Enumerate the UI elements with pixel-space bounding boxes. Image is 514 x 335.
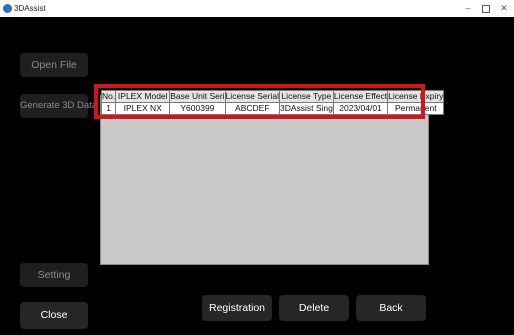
highlight-box: [94, 84, 425, 119]
generate-3d-data-button[interactable]: Generate 3D Data: [20, 94, 97, 118]
open-file-button[interactable]: Open File: [20, 53, 88, 77]
close-button[interactable]: Close: [20, 302, 88, 329]
main-area: Open File Generate 3D Data Setting Close…: [0, 17, 514, 335]
app-window: 3DAssist – ✕ Open File Generate 3D Data …: [0, 0, 514, 335]
delete-button[interactable]: Delete: [279, 295, 349, 321]
setting-button[interactable]: Setting: [20, 263, 88, 287]
maximize-icon[interactable]: [478, 1, 494, 15]
license-table-panel: [100, 95, 429, 265]
window-title: 3DAssist: [14, 4, 46, 13]
app-icon: [3, 4, 12, 13]
back-button[interactable]: Back: [356, 295, 426, 321]
minimize-icon[interactable]: –: [460, 1, 476, 15]
title-bar: 3DAssist – ✕: [0, 0, 514, 17]
close-icon[interactable]: ✕: [496, 1, 512, 15]
registration-button[interactable]: Registration: [202, 295, 272, 321]
